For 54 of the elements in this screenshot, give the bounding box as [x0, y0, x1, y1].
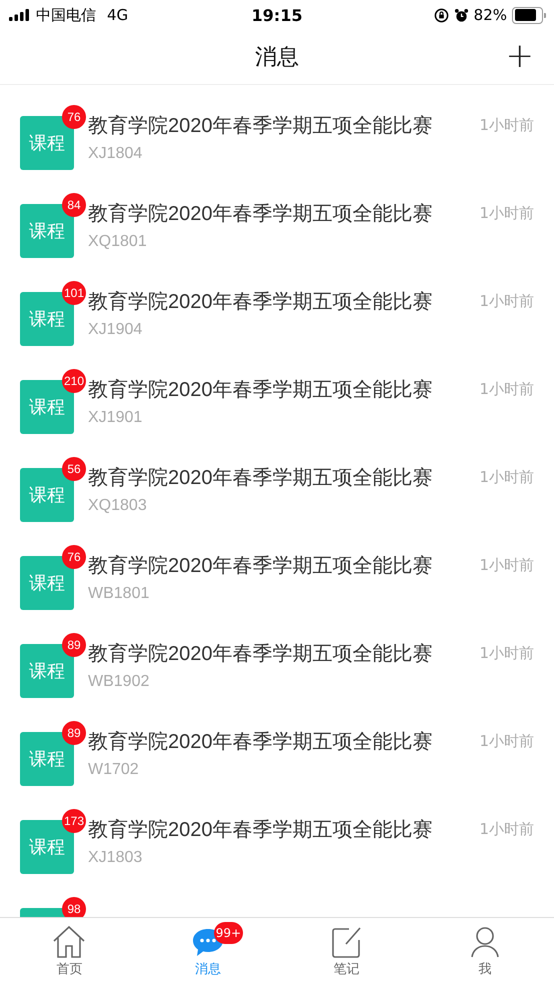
rotation-lock-icon [434, 8, 449, 22]
class-code: WB1801 [88, 585, 150, 603]
message-time: 1小时前 [479, 820, 534, 839]
message-title[interactable]: 教育学院2020年春季学期五项全能比赛 [88, 640, 432, 667]
class-code: XJ1804 [88, 145, 142, 163]
tab-item[interactable]: 笔记 [277, 918, 416, 985]
battery-percent: 82% [474, 6, 507, 24]
message-title[interactable]: 教育学院2020年春季学期五项全能比赛 [88, 288, 432, 315]
message-time: 1小时前 [479, 204, 534, 223]
unread-badge: 76 [62, 545, 86, 569]
page-title: 消息 [255, 44, 299, 72]
class-code: XQ1803 [88, 497, 147, 515]
tab-item[interactable]: 99+ 消息 [138, 918, 277, 985]
unread-badge: 56 [62, 457, 86, 481]
class-code: XJ1803 [88, 849, 142, 867]
message-time: 1小时前 [479, 116, 534, 135]
unread-badge: 101 [62, 281, 86, 305]
message-title[interactable]: 教育学院2020年春季学期五项全能比赛 [88, 816, 432, 843]
unread-badge: 98 [62, 897, 86, 917]
unread-badge: 173 [62, 809, 86, 833]
unread-badge: 89 [62, 633, 86, 657]
signal-icon [9, 9, 31, 21]
message-title[interactable]: 教育学院2020年春季学期五项全能比赛 [88, 376, 432, 403]
message-time: 1小时前 [479, 468, 534, 487]
message-title[interactable]: 教育学院2020年春季学期五项全能比赛 [88, 728, 432, 755]
tab-item[interactable]: 首页 [0, 918, 138, 985]
message-title[interactable]: 教育学院2020年春季学期五项全能比赛 [88, 552, 432, 579]
alarm-icon [454, 8, 469, 22]
unread-badge: 76 [62, 105, 86, 129]
class-code: WB1902 [88, 673, 150, 691]
add-button[interactable]: + [502, 36, 538, 76]
class-code: XJ1904 [88, 321, 142, 339]
message-time: 1小时前 [479, 556, 534, 575]
battery-icon [512, 6, 546, 24]
unread-badge: 84 [62, 193, 86, 217]
network-type: 4G [107, 6, 128, 24]
message-time: 1小时前 [479, 644, 534, 663]
unread-badge: 99+ [214, 922, 244, 944]
edit-icon [329, 926, 364, 958]
message-title[interactable]: 教育学院2020年春季学期五项全能比赛 [88, 112, 432, 139]
unread-badge: 210 [62, 369, 86, 393]
class-code: W1702 [88, 761, 139, 779]
unread-badge: 89 [62, 721, 86, 745]
tab-item[interactable]: 我 [416, 918, 554, 985]
class-code: XJ1901 [88, 409, 142, 427]
message-title[interactable]: 教育学院2020年春季学期五项全能比赛 [88, 464, 432, 491]
message-time: 1小时前 [479, 292, 534, 311]
carrier-name: 中国电信 [36, 6, 96, 24]
message-time: 1小时前 [479, 380, 534, 399]
message-time: 1小时前 [479, 732, 534, 751]
home-icon [52, 926, 86, 958]
message-title[interactable]: 教育学院2020年春季学期五项全能比赛 [88, 200, 432, 227]
clock-time: 19:15 [252, 6, 302, 24]
class-code: XQ1801 [88, 233, 147, 251]
